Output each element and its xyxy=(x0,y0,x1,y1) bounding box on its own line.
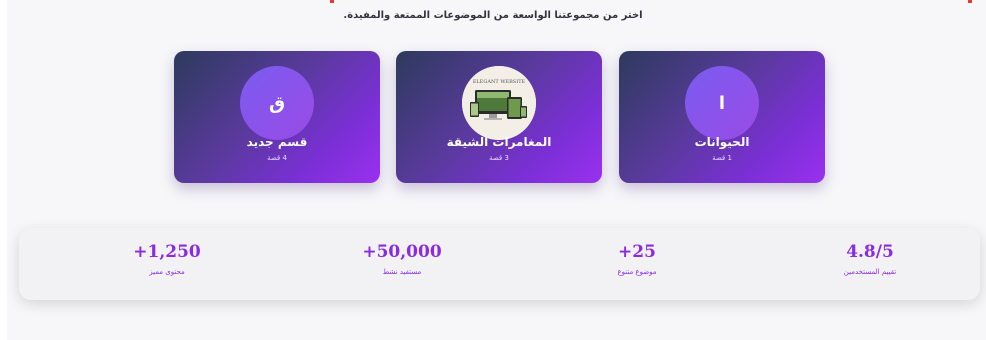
category-title: الحيوانات xyxy=(694,135,750,149)
category-title: المغامرات الشيقة xyxy=(446,135,552,149)
stat-active-users: +50,000 مستفيد نشط xyxy=(302,242,502,276)
category-count: 4 قصة xyxy=(267,154,287,162)
category-card-new-section[interactable]: ق قسم جديد 4 قصة xyxy=(174,51,380,183)
section-subtitle: اختر من مجموعتنا الواسعة من الموضوعات ال… xyxy=(343,10,643,21)
website-preview-image: ELEGANT WEBSITE xyxy=(462,66,536,140)
category-card-adventures[interactable]: ELEGANT WEBSITE المغامرات الشيقة 3 قصة xyxy=(396,51,602,183)
image-caption: ELEGANT WEBSITE xyxy=(473,79,526,85)
category-avatar: ق xyxy=(240,66,314,140)
stat-label: محتوى مميز xyxy=(149,268,185,276)
stat-label: مستفيد نشط xyxy=(382,268,422,276)
category-count: 3 قصة xyxy=(489,154,509,162)
stat-value: +1,250 xyxy=(133,242,201,262)
stat-value: +25 xyxy=(618,242,656,262)
stat-label: تقييم المستخدمين xyxy=(843,268,897,276)
top-accent-mark xyxy=(330,0,334,3)
stat-label: موضوع متنوع xyxy=(617,268,657,276)
stat-user-rating: 4.8/5 تقييم المستخدمين xyxy=(770,242,970,276)
category-avatar: ا xyxy=(685,66,759,140)
statistics-panel: +1,250 محتوى مميز +50,000 مستفيد نشط +25… xyxy=(19,228,980,300)
stat-value: 4.8/5 xyxy=(846,242,894,262)
categories-grid: ق قسم جديد 4 قصة ELEGANT WEBSITE المغامر… xyxy=(174,51,826,183)
stat-value: +50,000 xyxy=(362,242,442,262)
category-count: 1 قصة xyxy=(712,154,732,162)
stat-topics: +25 موضوع متنوع xyxy=(537,242,737,276)
category-card-animals[interactable]: ا الحيوانات 1 قصة xyxy=(619,51,825,183)
top-accent-mark xyxy=(968,0,972,3)
stat-premium-content: +1,250 محتوى مميز xyxy=(67,242,267,276)
category-title: قسم جديد xyxy=(246,135,308,149)
